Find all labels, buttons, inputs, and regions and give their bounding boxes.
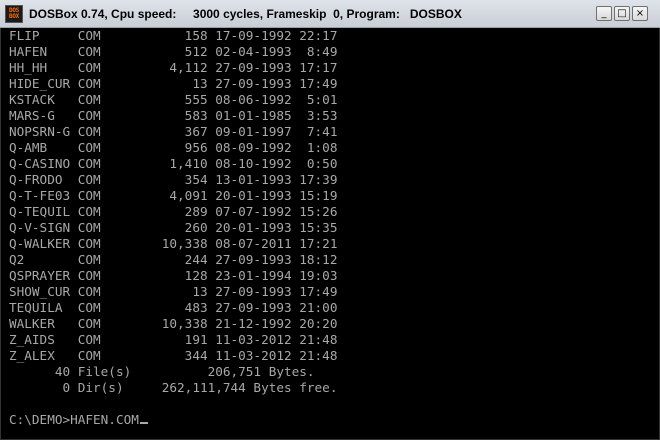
text-cursor: [139, 422, 148, 424]
dir-listing-row: Q-AMB COM 956 08-09-1992 1:08: [9, 140, 338, 155]
dir-listing-row: Q-T-FE03 COM 4,091 20-01-1993 15:19: [9, 188, 338, 203]
dir-listing-row: HIDE_CUR COM 13 27-09-1993 17:49: [9, 76, 338, 91]
minimize-button[interactable]: _: [596, 6, 612, 21]
dir-listing-row: Q-FRODO COM 354 13-01-1993 17:39: [9, 172, 338, 187]
files-summary-line: 40 File(s) 206,751 Bytes.: [9, 364, 315, 379]
dir-listing-row: FLIP COM 158 17-09-1992 22:17: [9, 28, 338, 43]
dosbox-app-icon[interactable]: DOS BOX: [5, 5, 23, 23]
dir-listing-row: NOPSRN-G COM 367 09-01-1997 7:41: [9, 124, 338, 139]
dir-listing-row: TEQUILA COM 483 27-09-1993 21:00: [9, 300, 338, 315]
window-title: DOSBox 0.74, Cpu speed: 3000 cycles, Fra…: [29, 7, 462, 21]
title-bar[interactable]: DOS BOX DOSBox 0.74, Cpu speed: 3000 cyc…: [0, 0, 660, 28]
dirs-summary-line: 0 Dir(s) 262,111,744 Bytes free.: [9, 380, 338, 395]
app-icon-text-bottom: BOX: [9, 13, 19, 20]
dosbox-window: DOS BOX DOSBox 0.74, Cpu speed: 3000 cyc…: [0, 0, 660, 440]
dir-listing-row: SHOW_CUR COM 13 27-09-1993 17:49: [9, 284, 338, 299]
dir-listing-row: QSPRAYER COM 128 23-01-1994 19:03: [9, 268, 338, 283]
dir-listing-row: KSTACK COM 555 08-06-1992 5:01: [9, 92, 338, 107]
maximize-button[interactable]: □: [614, 6, 630, 21]
dir-listing-row: MARS-G COM 583 01-01-1985 3:53: [9, 108, 338, 123]
dir-listing-row: Z_AIDS COM 191 11-03-2012 21:48: [9, 332, 338, 347]
dir-listing-row: HAFEN COM 512 02-04-1993 8:49: [9, 44, 338, 59]
dir-listing-row: Q-V-SIGN COM 260 20-01-1993 15:35: [9, 220, 338, 235]
dir-listing-row: HH_HH COM 4,112 27-09-1993 17:17: [9, 60, 338, 75]
dir-listing-row: Z_ALEX COM 344 11-03-2012 21:48: [9, 348, 338, 363]
command-prompt-line[interactable]: C:\DEMO>HAFEN.COM: [9, 412, 148, 428]
dir-listing-row: Q-CASINO COM 1,410 08-10-1992 0:50: [9, 156, 338, 171]
dir-listing-row: Q-WALKER COM 10,338 08-07-2011 17:21: [9, 236, 338, 251]
close-button[interactable]: ×: [632, 6, 648, 21]
command-prompt-text: C:\DEMO>HAFEN.COM: [9, 412, 139, 427]
dir-listing-row: WALKER COM 10,338 21-12-1992 20:20: [9, 316, 338, 331]
dos-console-screen[interactable]: 40 File(s) 206,751 Bytes. 0 Dir(s) 262,1…: [0, 28, 660, 440]
dir-listing-row: Q2 COM 244 27-09-1993 18:12: [9, 252, 338, 267]
dir-listing-row: Q-TEQUIL COM 289 07-07-1992 15:26: [9, 204, 338, 219]
